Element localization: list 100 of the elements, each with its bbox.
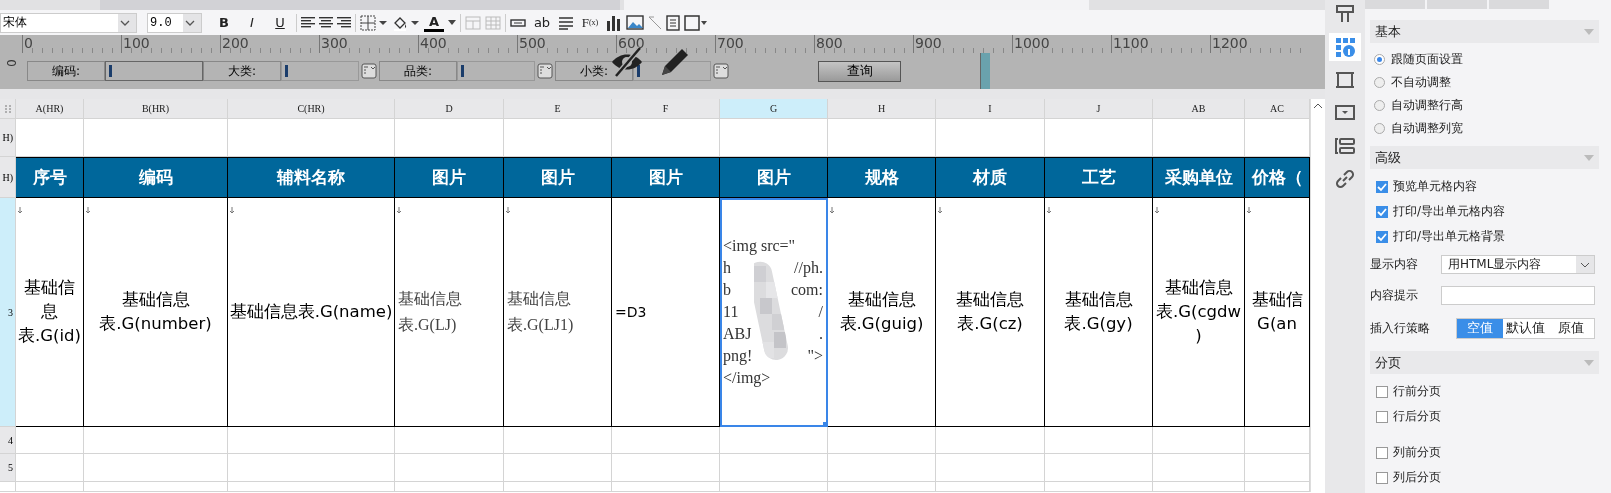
table-cell[interactable] [228,427,395,454]
column-header[interactable]: AC [1245,99,1310,119]
dropdown-box-icon[interactable] [1335,103,1355,123]
table-cell[interactable]: 基础信息表.G(number) [84,198,228,427]
table-cell[interactable]: 基础信息表.G(cgdw) [1153,198,1245,427]
table-cell[interactable] [1153,454,1245,482]
table-cell[interactable] [828,454,936,482]
table-cell[interactable] [1045,482,1153,492]
list-picker-icon[interactable] [537,63,553,79]
table-cell[interactable] [504,454,612,482]
column-header[interactable]: J [1045,99,1153,119]
layout-icon[interactable] [1335,136,1355,156]
table-cell[interactable] [612,482,720,492]
bold-button[interactable]: B [212,11,236,34]
list-picker-icon[interactable] [713,63,729,79]
checkbox[interactable] [1376,410,1388,423]
column-header[interactable]: F [612,99,720,119]
input-field[interactable] [1441,285,1595,305]
radio-button[interactable] [1374,77,1385,88]
table-cell[interactable] [720,427,828,454]
checkbox[interactable] [1376,180,1388,193]
table-cell[interactable]: =D3 [612,198,720,427]
table-cell[interactable] [828,427,936,454]
slash-icon[interactable] [648,15,662,30]
row-header[interactable]: 4 [0,427,16,454]
table-cell[interactable]: 基础信息表.G(cz) [936,198,1045,427]
caret-icon[interactable] [183,13,201,32]
underline-button[interactable]: U [268,11,292,34]
row-header[interactable]: 5 [0,454,16,482]
table-cell[interactable] [1045,427,1153,454]
table-cell[interactable]: 基础信息表.G(guig) [828,198,936,427]
radio-button[interactable] [1374,100,1385,111]
column-header[interactable]: G [720,99,828,119]
table-cell[interactable] [228,482,395,492]
table-cell[interactable] [84,482,228,492]
collapse-caret-icon[interactable] [1584,28,1594,35]
parameter-field[interactable] [457,61,535,81]
collapse-caret-icon[interactable] [1584,154,1594,161]
table-cell[interactable] [504,427,612,454]
table-cell[interactable] [936,427,1045,454]
table-cell[interactable]: 基础信息表.G(id) [16,198,84,427]
column-header[interactable]: H [828,99,936,119]
table-cell[interactable] [1153,482,1245,492]
font-size-select[interactable]: 9.0 [147,12,202,33]
text-lines-icon[interactable] [558,15,574,30]
column-header[interactable]: E [504,99,612,119]
row-header[interactable]: 3 [0,198,16,427]
checkbox[interactable] [1376,230,1388,243]
column-header[interactable]: D [395,99,504,119]
parameter-field[interactable] [281,61,359,81]
table-cell[interactable] [16,482,84,492]
display-select[interactable]: 用HTML显示内容 [1441,254,1595,274]
table-cell[interactable] [936,482,1045,492]
align-right-icon[interactable] [337,16,351,29]
checkbox[interactable] [1376,385,1388,398]
section-header[interactable]: 高级 [1370,146,1599,169]
table-cell[interactable] [720,482,828,492]
table-cell[interactable]: 基础信息表.G(name) [228,198,395,427]
column-header[interactable]: B(HR) [84,99,228,119]
cell-info-icon[interactable] [1335,37,1355,57]
section-header[interactable]: 分页 [1370,351,1599,374]
checkbox[interactable] [1376,446,1388,459]
table-cell[interactable] [504,482,612,492]
column-header[interactable]: AB [1153,99,1245,119]
radio-button[interactable] [1374,123,1385,134]
font-select[interactable]: 宋体 [0,12,137,33]
list-picker-icon[interactable] [361,63,377,79]
label-button[interactable]: ab [530,11,554,34]
table-cell[interactable] [720,454,828,482]
segment-option[interactable]: 原值 [1548,318,1594,338]
table-icon[interactable] [1335,4,1355,24]
border-icon[interactable] [360,14,388,31]
caret-icon[interactable] [448,19,456,26]
bar-chart-icon[interactable] [606,14,622,31]
table-cell[interactable] [612,427,720,454]
table-cell[interactable] [84,427,228,454]
column-header[interactable]: I [936,99,1045,119]
row-header[interactable]: H) [0,119,16,157]
collapse-caret-icon[interactable] [1584,359,1594,366]
section-header[interactable]: 基本 [1370,20,1599,43]
text-field-icon[interactable] [510,18,526,27]
query-button[interactable]: 查询 [818,60,901,82]
frame-icon[interactable] [1335,70,1355,90]
table-cell[interactable] [84,454,228,482]
table-cell[interactable] [828,482,936,492]
image-icon[interactable] [626,15,644,30]
column-header[interactable]: A(HR) [16,99,84,119]
column-header[interactable]: C(HR) [228,99,395,119]
checkbox[interactable] [1376,471,1388,484]
caret-icon[interactable] [118,13,136,32]
radio-button[interactable] [1374,54,1385,65]
table-cell[interactable] [1153,427,1245,454]
table-cell[interactable]: 基础信息表.G(gy) [1045,198,1153,427]
align-center-icon[interactable] [319,16,333,29]
row-header[interactable]: H) [0,157,16,198]
table-cell[interactable] [395,454,504,482]
table-cell[interactable] [0,482,16,492]
segment-option[interactable]: 默认值 [1502,318,1549,338]
table-cell[interactable]: <img src=" h //ph. b com: 11 / ABJ . png! "> </img> [720,198,828,427]
chevron-down-icon[interactable] [1576,255,1594,273]
